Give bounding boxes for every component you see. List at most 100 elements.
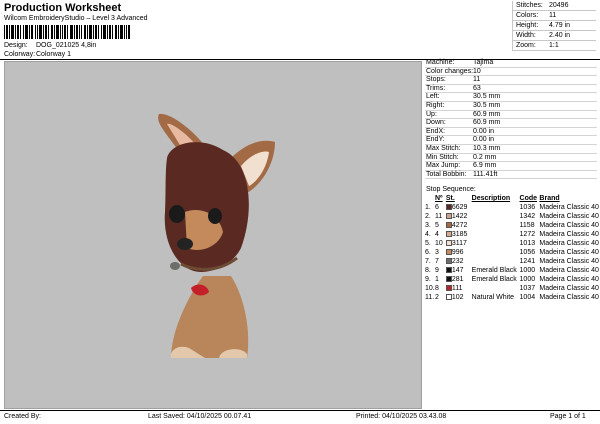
stop-brand: Madeira Classic 40 [539, 293, 599, 301]
spec-value-endx: 0.00 in [473, 127, 495, 135]
spec-row-min-stitch: Min Stitch: 0.2 mm [425, 154, 597, 163]
dog-eye-right [208, 208, 222, 224]
spec-value-machine: Tajima [473, 59, 494, 66]
stop-needle: 10 [434, 239, 443, 247]
col-description-header: Description [471, 195, 511, 202]
colors-label: Colors: [516, 12, 539, 19]
stop-code: 1013 [519, 239, 536, 247]
stop-index: 3. [425, 221, 431, 229]
design-barcode [4, 25, 130, 39]
spec-row-stops: Stops: 11 [425, 76, 597, 85]
spec-label-down: Down: [426, 119, 446, 127]
spec-value-min-stitch: 0.2 mm [473, 153, 497, 161]
spec-label-max-jump: Max Jump: [426, 162, 461, 170]
spec-label-stops: Stops: [426, 76, 446, 84]
spec-label-endx: EndX: [426, 127, 446, 135]
spec-value-color-changes: 10 [473, 67, 481, 75]
spec-label-color-changes: Color changes: [426, 67, 474, 75]
dog-collar-tag [170, 262, 180, 270]
stop-sequence-row: 8. 9 147 Emerald Black 1000 Madeira Classic 4… [425, 266, 599, 275]
width-label: Width: [516, 32, 536, 39]
stop-index: 8. [425, 266, 431, 274]
stop-description [472, 230, 520, 239]
stop-sequence-row: 1. 6 6629 1036 Madeira Classic 40 [425, 203, 599, 212]
spec-row-color-changes: Color changes: 10 [425, 68, 597, 77]
stop-index: 5. [425, 239, 431, 247]
stop-code: 1056 [519, 248, 536, 256]
stop-description [472, 221, 520, 230]
zoom-value: 1:1 [549, 42, 559, 49]
zoom-row: Zoom: 1:1 [512, 41, 596, 51]
spec-value-endy: 0.00 in [473, 136, 495, 144]
spec-value-total-bobbin: 111.41ft [473, 170, 498, 178]
stitches-label: Stitches: [516, 2, 543, 9]
stop-stitches: 1422 [451, 212, 468, 220]
spec-row-total-bobbin: Total Bobbin: 111.41ft [425, 171, 597, 180]
stop-code: 1158 [519, 221, 535, 229]
stop-index: 6. [425, 248, 431, 256]
stop-sequence-row: 7. 7 232 1241 Madeira Classic 40 [425, 257, 599, 266]
stop-brand: Madeira Classic 40 [539, 203, 599, 211]
stop-sequence-row: 5. 10 3117 1013 Madeira Classic 40 [425, 239, 599, 248]
stop-brand: Madeira Classic 40 [539, 284, 599, 292]
stop-needle: 8 [434, 284, 439, 292]
stop-needle: 2 [434, 293, 439, 301]
stop-code: 1342 [519, 212, 536, 220]
spec-value-down: 60.9 mm [473, 119, 501, 127]
summary-box: Stitches: 20496 Colors: 11 Height: 4.79 in … [512, 1, 596, 51]
col-index-header [425, 195, 435, 203]
col-number-header: Nº [434, 195, 443, 202]
spec-row-left: Left: 30.5 mm [425, 93, 597, 102]
machine-specs: Machine: Tajima Color changes: 10 Stops: 11… [425, 59, 597, 180]
stop-code: 1036 [519, 203, 536, 211]
spec-row-max-jump: Max Jump: 6.9 mm [425, 162, 597, 171]
stop-sequence-row: 9. 1 281 Emerald Black 1000 Madeira Classic 4… [425, 275, 599, 284]
stop-needle: 9 [434, 266, 439, 274]
width-value: 2.40 in [549, 32, 571, 39]
footer-divider [0, 410, 600, 411]
spec-row-down: Down: 60.9 mm [425, 119, 597, 128]
spec-label-left: Left: [426, 93, 440, 101]
dog-nose [177, 238, 193, 250]
stop-brand: Madeira Classic 40 [539, 248, 599, 256]
design-row: Design: DOG_021025 4,8in [4, 42, 96, 50]
spec-value-stops: 11 [473, 76, 481, 84]
stop-stitches: 3117 [451, 239, 467, 247]
stop-index: 9. [425, 275, 431, 283]
embroidery-dog-image [158, 113, 275, 358]
stop-code: 1000 [519, 275, 536, 283]
stop-brand: Madeira Classic 40 [539, 239, 599, 247]
stop-brand: Madeira Classic 40 [539, 257, 599, 265]
stop-stitches: 996 [451, 248, 464, 256]
stop-brand: Madeira Classic 40 [539, 212, 599, 220]
stop-brand: Madeira Classic 40 [539, 266, 599, 274]
stop-sequence-row: 10. 8 111 1037 Madeira Classic 40 [425, 284, 599, 293]
colorway-row: Colorway:Colorway 1 [4, 51, 71, 59]
colorway-label: Colorway: [4, 51, 36, 58]
spec-label-endy: EndY: [426, 136, 445, 144]
spec-row-trims: Trims: 63 [425, 85, 597, 94]
stop-stitches: 111 [451, 284, 463, 292]
width-row: Width: 2.40 in [512, 31, 596, 41]
zoom-label: Zoom: [516, 42, 536, 49]
spec-label-right: Right: [426, 101, 445, 109]
stop-needle: 11 [434, 212, 443, 220]
stop-needle: 4 [434, 230, 439, 238]
footer-page-number: Page 1 of 1 [550, 413, 586, 420]
height-row: Height: 4.79 in [512, 21, 596, 31]
spec-row-max-stitch: Max Stitch: 10.3 mm [425, 145, 597, 154]
footer-last-saved: Last Saved: 04/10/2025 00.07.41 [148, 413, 252, 420]
spec-row-endx: EndX: 0.00 in [425, 128, 597, 137]
design-preview [4, 61, 422, 409]
spec-label-total-bobbin: Total Bobbin: [426, 170, 467, 178]
col-brand-header: Brand [539, 195, 560, 202]
stop-sequence-row: 2. 11 1422 1342 Madeira Classic 40 [425, 212, 599, 221]
spec-label-trims: Trims: [426, 84, 446, 92]
dog-eye-left [169, 205, 185, 223]
stop-needle: 5 [434, 221, 439, 229]
stop-needle: 7 [434, 257, 439, 265]
colors-value: 11 [549, 12, 557, 19]
spec-value-right: 30.5 mm [473, 101, 501, 109]
stop-needle: 6 [434, 203, 439, 211]
footer-printed: Printed: 04/10/2025 03.43.08 [356, 413, 447, 420]
